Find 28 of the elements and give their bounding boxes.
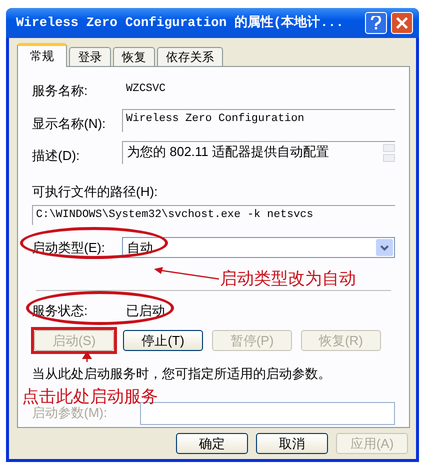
field-value: WZCSVC: [126, 82, 166, 97]
dialog-button[interactable]: 确定: [176, 433, 248, 454]
annotation-arrow: [82, 350, 92, 362]
dialog-button[interactable]: 取消: [256, 433, 328, 454]
hint-text: 当从此处启动服务时，您可指定所适用的启动参数。: [32, 365, 332, 383]
chevron-down-icon: [380, 244, 389, 250]
field-label: 描述(D):: [32, 147, 81, 165]
annotation-arrow: [154, 266, 220, 281]
help-icon: [370, 16, 382, 30]
scroll-bar[interactable]: [383, 142, 395, 164]
text-field[interactable]: Wireless Zero Configuration: [122, 108, 395, 132]
text-area[interactable]: 为您的 802.11 适配器提供自动配置: [122, 141, 395, 164]
close-icon: [396, 17, 408, 29]
field-label: 启动参数(M):: [32, 405, 108, 422]
help-button[interactable]: [365, 12, 387, 34]
close-button[interactable]: [391, 12, 413, 34]
path-field: C:\WINDOWS\System32\svchost.exe -k netsvcs: [32, 205, 395, 225]
tab[interactable]: 常规: [17, 43, 67, 67]
window-title: Wireless Zero Configuration 的属性(本地计...: [16, 14, 345, 32]
field-label: 显示名称(N):: [32, 114, 107, 133]
field-label: 服务名称:: [32, 82, 89, 100]
annotation-text: 启动类型改为自动: [220, 268, 356, 290]
annotation-text: 点击此处启动服务: [22, 386, 158, 406]
tab[interactable]: 登录: [69, 47, 111, 66]
tab[interactable]: 依存关系: [157, 47, 223, 66]
tab[interactable]: 恢复: [113, 47, 155, 66]
field-label: 可执行文件的路径(H):: [32, 182, 159, 201]
service-button[interactable]: 停止(T): [123, 330, 203, 351]
